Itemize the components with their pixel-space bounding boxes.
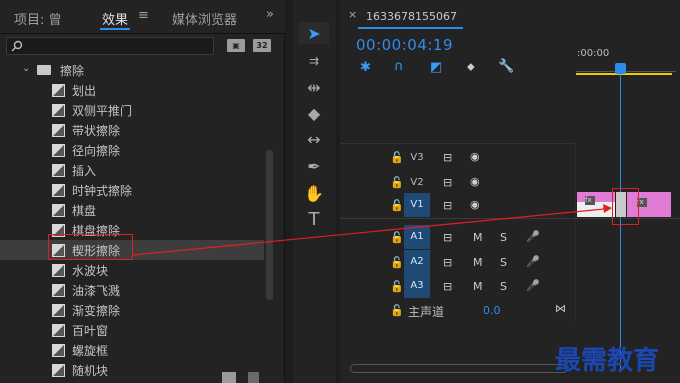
drag-arrow — [132, 204, 612, 256]
watermark: 最需教育 — [555, 346, 660, 376]
